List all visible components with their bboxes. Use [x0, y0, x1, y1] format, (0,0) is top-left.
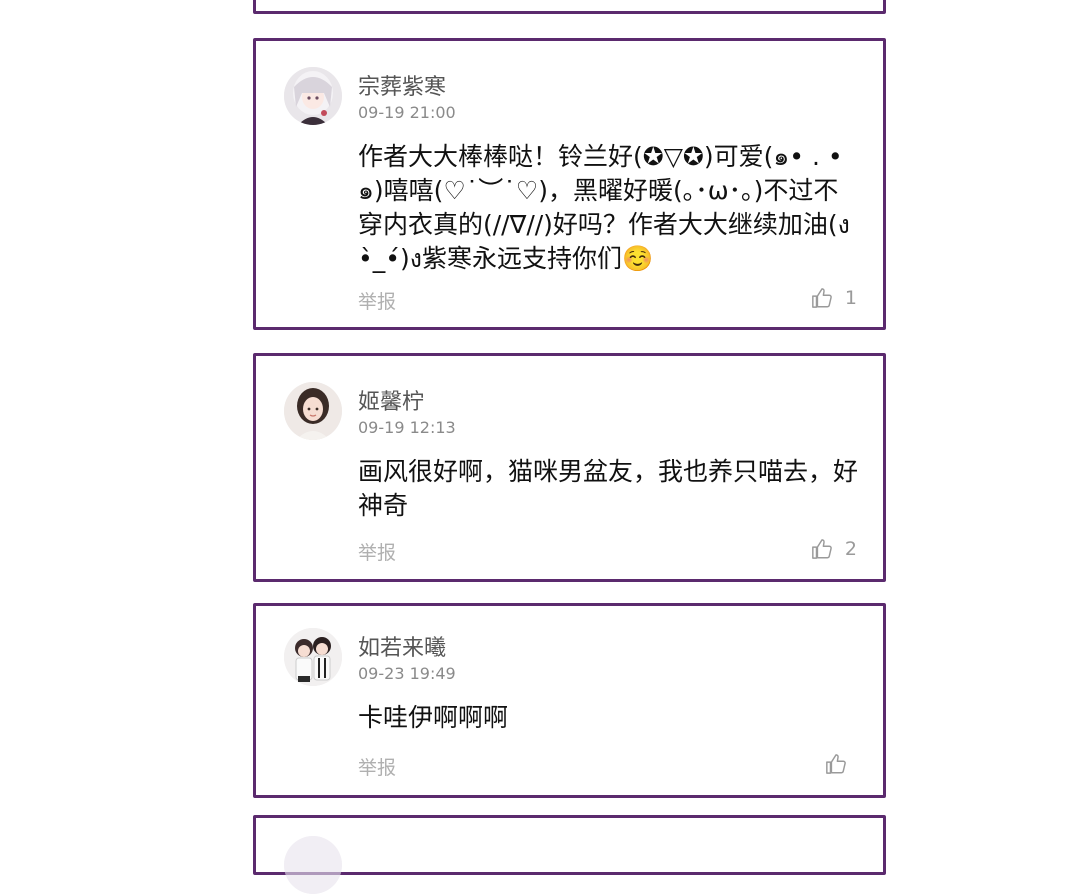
- avatar[interactable]: [284, 382, 342, 440]
- comment-card-partial-bottom: [253, 815, 886, 894]
- comment-card: 宗葬紫寒 09-19 21:00 作者大大棒棒哒！铃兰好(✪▽✪)可爱(๑• .…: [253, 38, 886, 330]
- thumbs-up-icon: [812, 539, 832, 559]
- timestamp: 09-19 12:13: [358, 418, 456, 437]
- couple-avatar-icon: [284, 628, 342, 686]
- thumbs-up-icon: [826, 754, 846, 774]
- comment-card: 如若来曦 09-23 19:49 卡哇伊啊啊啊 举报: [253, 603, 886, 798]
- like-button[interactable]: 1: [811, 287, 857, 309]
- timestamp: 09-19 21:00: [358, 103, 456, 122]
- girl-photo-avatar-icon: [284, 382, 342, 440]
- timestamp: 09-23 19:49: [358, 664, 456, 683]
- username[interactable]: 宗葬紫寒: [358, 69, 446, 101]
- report-button[interactable]: 举报: [358, 753, 396, 780]
- username[interactable]: 如若来曦: [358, 630, 446, 662]
- like-count: 1: [844, 287, 857, 309]
- anime-girl-avatar-icon: [284, 67, 342, 125]
- avatar[interactable]: [284, 67, 342, 125]
- like-count: 2: [844, 538, 857, 560]
- report-button[interactable]: 举报: [358, 538, 396, 565]
- avatar[interactable]: [284, 628, 342, 686]
- comment-text: 画风很好啊，猫咪男盆友，我也养只喵去，好神奇: [358, 457, 859, 520]
- like-button[interactable]: 2: [811, 538, 857, 560]
- comment-text: 卡哇伊啊啊啊: [358, 703, 509, 732]
- avatar-icon: [284, 836, 342, 894]
- username[interactable]: 姬馨柠: [358, 384, 424, 416]
- comment-card: 姬馨柠 09-19 12:13 画风很好啊，猫咪男盆友，我也养只喵去，好神奇 举…: [253, 353, 886, 582]
- thumbs-up-icon: [812, 288, 832, 308]
- comment-text: 作者大大棒棒哒！铃兰好(✪▽✪)可爱(๑• . •๑)嘻嘻(♡˙︶˙♡)，黑曜好…: [358, 142, 850, 273]
- comment-card-partial-top: [253, 0, 886, 14]
- avatar[interactable]: [284, 836, 342, 894]
- like-button[interactable]: [825, 753, 847, 775]
- report-button[interactable]: 举报: [358, 287, 396, 314]
